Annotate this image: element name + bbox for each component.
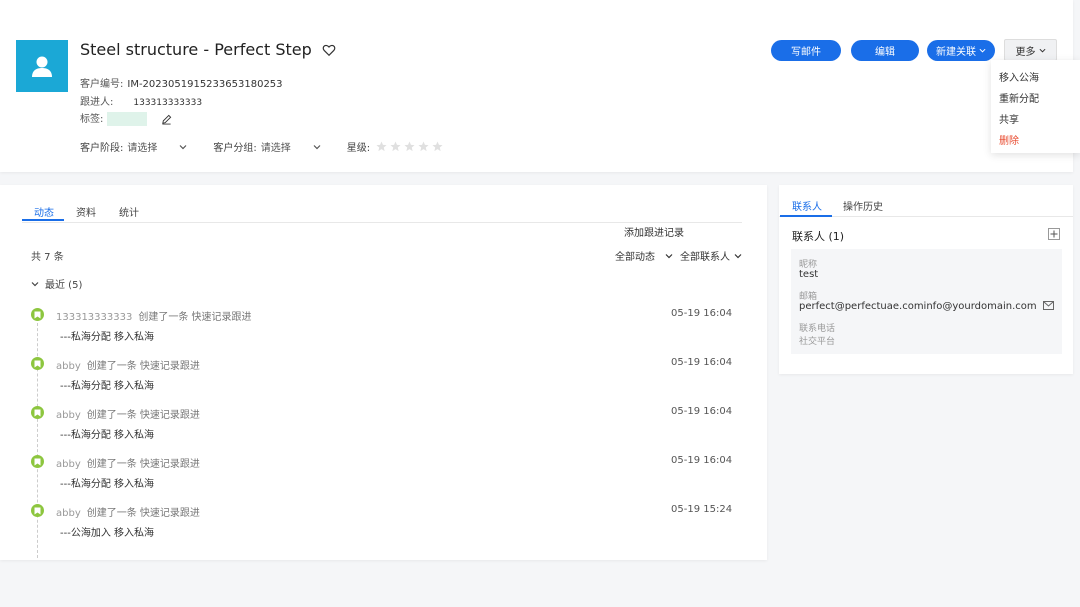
note-icon bbox=[31, 406, 44, 419]
entry-time: 05-19 16:04 bbox=[671, 455, 733, 466]
heart-icon[interactable] bbox=[322, 43, 336, 57]
chevron-down-icon bbox=[31, 281, 39, 286]
chevron-down-icon bbox=[665, 253, 673, 258]
tag-chip bbox=[107, 112, 148, 126]
edit-icon[interactable] bbox=[161, 114, 172, 125]
star-icon[interactable] bbox=[390, 141, 401, 152]
active-tab-indicator bbox=[22, 219, 64, 221]
menu-item-reassign[interactable]: 重新分配 bbox=[999, 90, 1039, 105]
entry-user[interactable]: abby bbox=[56, 361, 81, 372]
active-tab-indicator bbox=[780, 215, 832, 217]
customer-selectors: 客户阶段: 请选择 客户分组: 请选择 星级: bbox=[80, 139, 469, 154]
tab-history[interactable]: 操作历史 bbox=[843, 198, 883, 213]
more-button[interactable]: 更多 bbox=[1004, 39, 1057, 61]
plus-icon bbox=[1050, 230, 1058, 238]
star-icon[interactable] bbox=[404, 141, 415, 152]
activity-tabs: 动态 资料 统计 bbox=[22, 201, 742, 223]
customer-number: 客户编号: IM-2023051915233653180253 bbox=[80, 79, 283, 90]
note-icon bbox=[31, 308, 44, 321]
social-label: 社交平台 bbox=[799, 337, 836, 347]
entry-user[interactable]: abby bbox=[56, 459, 81, 470]
tab-activity[interactable]: 动态 bbox=[34, 204, 54, 219]
note-icon bbox=[31, 504, 44, 517]
chevron-down-icon bbox=[1039, 48, 1045, 53]
follower: 跟进人: 133313333333 bbox=[80, 97, 203, 108]
star-icon[interactable] bbox=[376, 141, 387, 152]
entry-note: ---私海分配 移入私海 bbox=[60, 430, 155, 441]
stage-select[interactable]: 客户阶段: 请选择 bbox=[80, 139, 187, 154]
entry-note: ---公海加入 移入私海 bbox=[60, 528, 155, 539]
filter-activity[interactable]: 全部动态 bbox=[615, 248, 673, 263]
star-icon[interactable] bbox=[418, 141, 429, 152]
tab-profile[interactable]: 资料 bbox=[76, 204, 96, 219]
menu-item-move-public[interactable]: 移入公海 bbox=[999, 69, 1039, 84]
page-title: Steel structure - Perfect Step bbox=[80, 40, 312, 59]
user-icon bbox=[32, 56, 52, 77]
timeline-entry-header: abby 创建了一条 快速记录跟进 bbox=[56, 504, 200, 519]
star-icon[interactable] bbox=[432, 141, 443, 152]
timeline-entry-header: abby 创建了一条 快速记录跟进 bbox=[56, 357, 200, 372]
record-count: 共 7 条 bbox=[31, 252, 64, 263]
add-contact-button[interactable] bbox=[1048, 228, 1060, 240]
note-icon bbox=[31, 455, 44, 468]
write-email-button[interactable]: 写邮件 bbox=[771, 40, 841, 61]
timeline-entry-header: 133313333333 创建了一条 快速记录跟进 bbox=[56, 308, 252, 323]
entry-user[interactable]: 133313333333 bbox=[56, 312, 132, 323]
entry-action: 创建了一条 快速记录跟进 bbox=[86, 508, 200, 519]
nickname-value: test bbox=[799, 269, 819, 280]
mail-icon[interactable] bbox=[1043, 301, 1054, 310]
chevron-down-icon bbox=[179, 144, 187, 149]
entry-note: ---私海分配 移入私海 bbox=[60, 479, 155, 490]
phone-label: 联系电话 bbox=[799, 324, 836, 334]
entry-action: 创建了一条 快速记录跟进 bbox=[86, 410, 200, 421]
entry-user[interactable]: abby bbox=[56, 410, 81, 421]
group-select[interactable]: 客户分组: 请选择 bbox=[213, 139, 321, 154]
entry-time: 05-19 16:04 bbox=[671, 357, 733, 368]
tags-row: 标签: bbox=[80, 110, 172, 126]
entry-note: ---私海分配 移入私海 bbox=[60, 381, 155, 392]
timeline-entry-header: abby 创建了一条 快速记录跟进 bbox=[56, 406, 200, 421]
entry-action: 创建了一条 快速记录跟进 bbox=[86, 459, 200, 470]
new-link-button[interactable]: 新建关联 bbox=[927, 40, 995, 61]
note-icon bbox=[31, 357, 44, 370]
customer-avatar bbox=[16, 40, 68, 92]
menu-item-share[interactable]: 共享 bbox=[999, 111, 1019, 126]
email-value[interactable]: perfect@perfectuae.cominfo@yourdomain.co… bbox=[799, 301, 1037, 312]
entry-action: 创建了一条 快速记录跟进 bbox=[138, 312, 252, 323]
entry-time: 05-19 16:04 bbox=[671, 406, 733, 417]
contacts-title: 联系人 (1) bbox=[792, 230, 845, 243]
tab-contacts[interactable]: 联系人 bbox=[792, 198, 822, 213]
tab-stats[interactable]: 统计 bbox=[119, 204, 139, 219]
entry-user[interactable]: abby bbox=[56, 508, 81, 519]
entry-note: ---私海分配 移入私海 bbox=[60, 332, 155, 343]
add-record-button[interactable]: 添加跟进记录 bbox=[624, 224, 684, 239]
more-dropdown: 移入公海 重新分配 共享 删除 bbox=[991, 60, 1080, 153]
menu-item-delete[interactable]: 删除 bbox=[999, 132, 1019, 147]
timeline-entry-header: abby 创建了一条 快速记录跟进 bbox=[56, 455, 200, 470]
chevron-down-icon bbox=[313, 144, 321, 149]
entry-time: 05-19 15:24 bbox=[671, 504, 733, 515]
entry-time: 05-19 16:04 bbox=[671, 308, 733, 319]
timeline-line bbox=[37, 318, 38, 558]
edit-button[interactable]: 编辑 bbox=[851, 40, 919, 61]
entry-action: 创建了一条 快速记录跟进 bbox=[86, 361, 200, 372]
group-recent[interactable]: 最近 (5) bbox=[31, 276, 82, 291]
star-rating[interactable]: 星级: bbox=[347, 139, 443, 154]
chevron-down-icon bbox=[979, 48, 986, 53]
filter-contacts[interactable]: 全部联系人 bbox=[680, 248, 742, 263]
chevron-down-icon bbox=[734, 253, 742, 258]
